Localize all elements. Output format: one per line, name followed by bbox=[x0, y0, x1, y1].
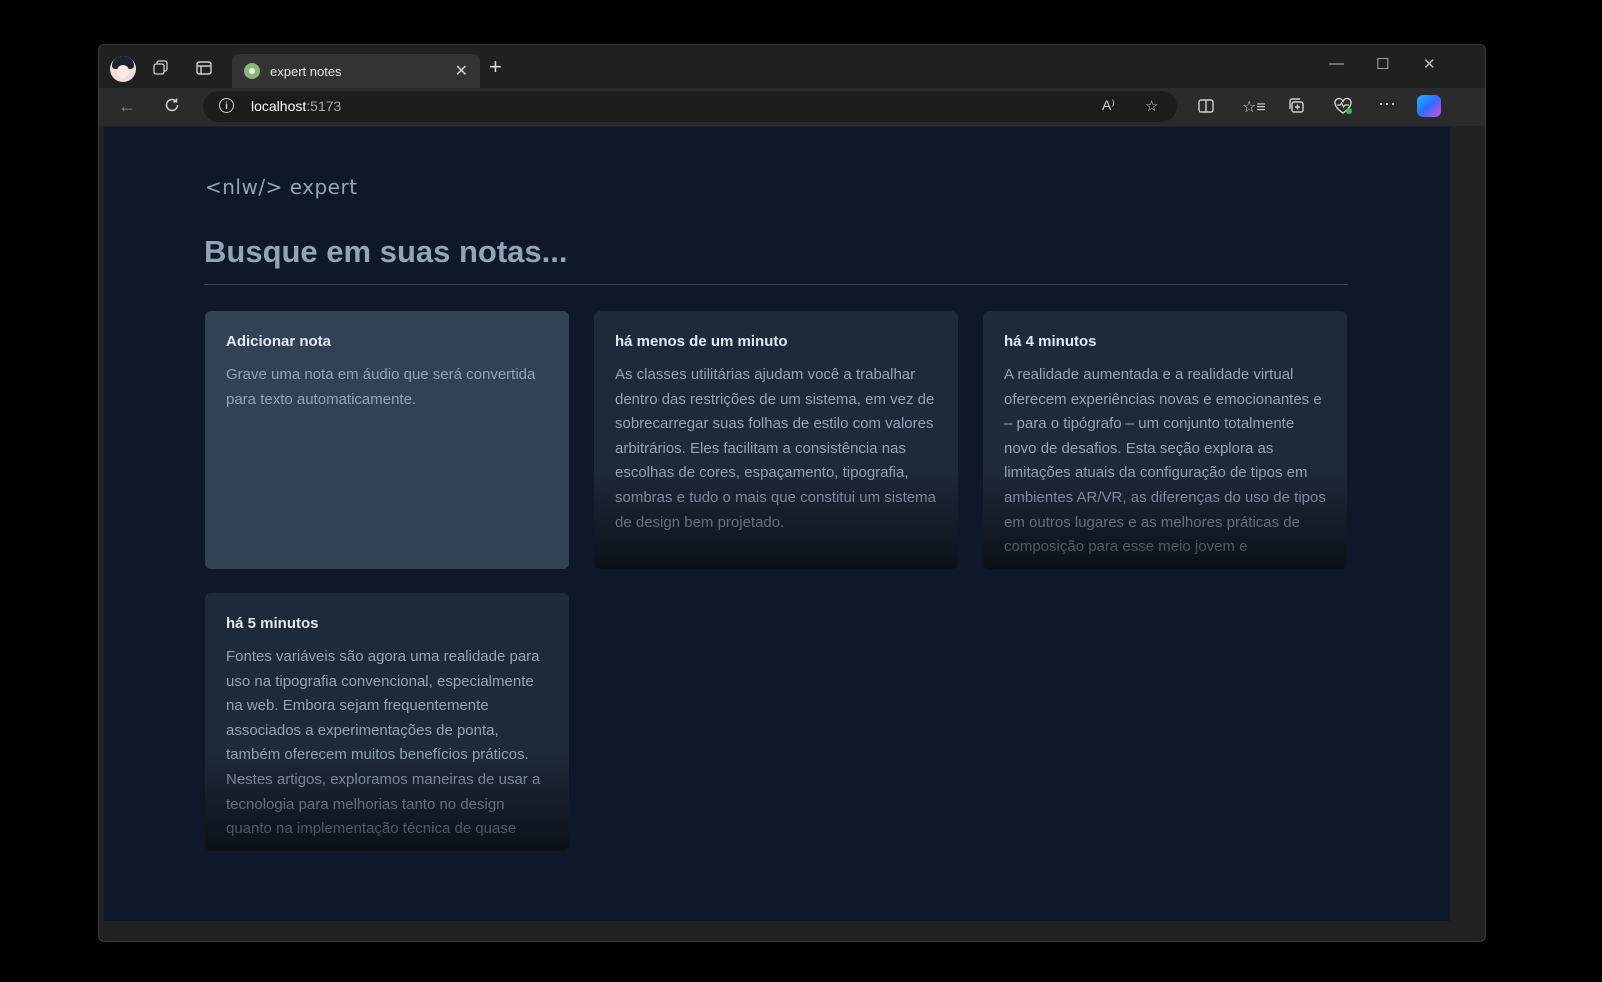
app-logo: <nlw/> expert bbox=[205, 175, 358, 199]
close-window-icon[interactable]: ✕ bbox=[1423, 55, 1436, 73]
split-screen-icon[interactable] bbox=[1197, 97, 1215, 120]
browser-toolbar: ← i localhost:5173 A⁾ ☆ ☆≡ ··· bbox=[99, 88, 1485, 126]
note-date: há 5 minutos bbox=[226, 615, 319, 632]
page-viewport: <nlw/> expert Adicionar nota Grave uma n… bbox=[104, 127, 1450, 921]
back-arrow-icon[interactable]: ← bbox=[118, 96, 136, 117]
add-note-description: Grave uma nota em áudio que será convert… bbox=[226, 366, 536, 408]
tab-expert-notes[interactable]: expert notes ✕ bbox=[232, 54, 480, 88]
note-card[interactable]: há menos de um minuto As classes utilitá… bbox=[594, 311, 958, 569]
more-icon[interactable]: ··· bbox=[1378, 93, 1396, 114]
add-note-title: Adicionar nota bbox=[226, 333, 332, 350]
new-tab-icon[interactable]: + bbox=[489, 56, 502, 78]
tab-actions-icon[interactable] bbox=[195, 59, 213, 77]
info-icon[interactable]: i bbox=[219, 98, 234, 113]
minimize-icon[interactable]: — bbox=[1329, 55, 1344, 72]
url-port: :5173 bbox=[306, 98, 342, 114]
note-date: há menos de um minuto bbox=[615, 333, 788, 350]
browser-essentials-icon[interactable] bbox=[1333, 97, 1353, 120]
add-note-card[interactable]: Adicionar nota Grave uma nota em áudio q… bbox=[205, 311, 569, 569]
url-text: localhost:5173 bbox=[251, 98, 341, 114]
read-aloud-icon[interactable]: A⁾ bbox=[1102, 97, 1115, 114]
note-card[interactable]: há 5 minutos Fontes variáveis são agora … bbox=[205, 593, 569, 851]
browser-window: expert notes ✕ + — ☐ ✕ ← i localhost:517… bbox=[98, 44, 1486, 942]
star-icon[interactable]: ☆ bbox=[1145, 97, 1158, 115]
search-input[interactable] bbox=[204, 219, 1348, 285]
address-bar[interactable]: i localhost:5173 A⁾ ☆ bbox=[203, 91, 1177, 122]
maximize-icon[interactable]: ☐ bbox=[1376, 55, 1389, 73]
tab-bar: expert notes ✕ + — ☐ ✕ bbox=[99, 45, 1485, 88]
avatar-icon[interactable] bbox=[110, 56, 136, 82]
tab-title: expert notes bbox=[270, 63, 342, 79]
note-fade-overlay bbox=[205, 751, 569, 851]
note-fade-overlay bbox=[983, 469, 1347, 569]
tab-favicon-icon bbox=[244, 63, 260, 79]
copilot-icon[interactable] bbox=[1417, 95, 1441, 117]
note-fade-overlay bbox=[594, 469, 958, 569]
favorites-icon[interactable]: ☆≡ bbox=[1242, 97, 1266, 117]
url-host: localhost bbox=[251, 98, 307, 114]
tab-close-icon[interactable]: ✕ bbox=[455, 61, 468, 81]
note-card[interactable]: há 4 minutos A realidade aumentada e a r… bbox=[983, 311, 1347, 569]
workspaces-icon[interactable] bbox=[152, 59, 170, 77]
note-date: há 4 minutos bbox=[1004, 333, 1097, 350]
refresh-icon[interactable] bbox=[163, 96, 181, 119]
collections-icon[interactable] bbox=[1288, 97, 1306, 120]
